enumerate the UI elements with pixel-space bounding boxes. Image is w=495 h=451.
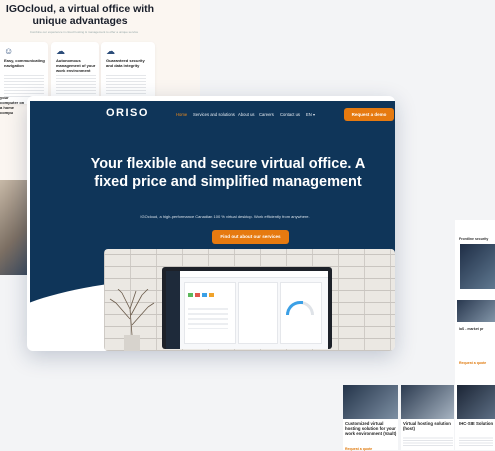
service-card[interactable]: Virtual hosting solution (host) [401, 385, 454, 450]
feature-card: ☁ Guaranteed security and data integrity [101, 42, 155, 104]
service-card-title: IHC-SIE Solution [459, 421, 494, 426]
cloud-icon: ☁ [56, 46, 65, 56]
service-card-title: Virtual hosting solution (host) [403, 421, 451, 431]
nav-contact[interactable]: Contact us [280, 112, 300, 117]
service-card-image [343, 385, 398, 419]
feature-card: ☁ Autonomous management of your work env… [51, 42, 99, 104]
right-item-title: IaS - market pr [459, 327, 484, 331]
right-image [460, 244, 495, 289]
service-card-title: Customized virtual hosting solution for … [345, 421, 397, 436]
feature-card-title: Easy, communicating navigation [4, 58, 45, 68]
request-demo-button[interactable]: Request a demo [344, 108, 394, 121]
bg-left-text: your computer on a home compu [0, 95, 25, 115]
dashboard-screen [166, 271, 328, 349]
feature-card-title: Guaranteed security and data integrity [106, 58, 145, 68]
service-card-image [401, 385, 454, 419]
right-link[interactable]: Request a quote [459, 361, 486, 365]
feature-card-title: Autonomous management of your work envir… [56, 58, 96, 73]
right-image [457, 300, 495, 322]
nav-home[interactable]: Home [176, 112, 187, 117]
service-card-link[interactable]: Request a quote [345, 447, 372, 451]
plant-icon [109, 289, 155, 351]
service-card-image [457, 385, 495, 419]
bg-page-subtitle: Combine our experience in cloud hosting … [29, 30, 139, 34]
nav-about[interactable]: About us [238, 112, 255, 117]
language-selector[interactable]: EN ▾ [306, 112, 315, 117]
right-item-title: Frontline security [459, 237, 489, 241]
hero-description: IGOcloud, a high-performance Canadian 10… [140, 214, 310, 219]
bg-page-title: IGOcloud, a virtual office with unique a… [5, 3, 155, 27]
hero-photo [104, 249, 395, 351]
nav-services[interactable]: Services and solutions [193, 112, 235, 117]
person-photo [0, 180, 28, 275]
bg-left-snippet: your computer on a home compu [0, 95, 26, 165]
people-icon: ☺ [4, 46, 14, 56]
chevron-down-icon: ▾ [313, 112, 316, 117]
hero-title: Your flexible and secure virtual office.… [90, 156, 366, 190]
service-card[interactable]: Customized virtual hosting solution for … [343, 385, 398, 451]
nav-careers[interactable]: Careers [259, 112, 274, 117]
main-page-card: ORISO Home Services and solutions About … [27, 96, 395, 351]
find-out-services-button[interactable]: Find out about our services [212, 230, 289, 244]
language-label: EN [306, 112, 312, 117]
cloud-lock-icon: ☁ [106, 46, 115, 56]
logo[interactable]: ORISO [106, 107, 149, 119]
service-card[interactable]: IHC-SIE Solution [457, 385, 495, 450]
monitor [162, 267, 332, 349]
